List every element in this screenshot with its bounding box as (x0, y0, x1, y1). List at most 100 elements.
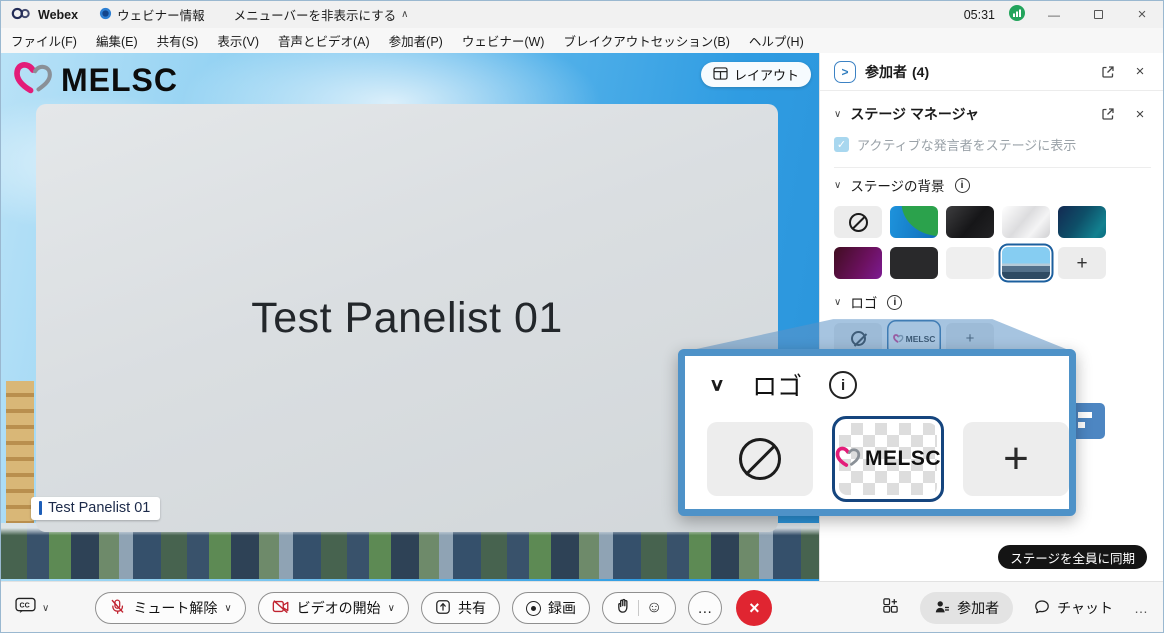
background-thumbnail-purple[interactable] (834, 247, 882, 279)
menu-edit[interactable]: 編集(E) (96, 31, 138, 50)
panel-more-options-button[interactable]: … (1134, 600, 1149, 616)
captions-button[interactable]: CC ∨ (15, 597, 49, 619)
chat-toggle-button[interactable]: チャット (1034, 598, 1113, 618)
background-thumbnail-light[interactable] (946, 247, 994, 279)
magnified-logo-header: ∨ ロゴ i (709, 367, 1069, 403)
city-building-decoration (6, 381, 34, 531)
chat-bubble-icon (1034, 599, 1050, 618)
menu-webinar[interactable]: ウェビナー(W) (462, 31, 545, 50)
stage-manager-header: ∨ ステージ マネージャ × (820, 99, 1164, 129)
chevron-down-icon[interactable]: ∨ (834, 109, 841, 120)
add-background-button[interactable]: + (1058, 247, 1106, 279)
svg-text:CC: CC (19, 601, 29, 609)
webex-window: Webex ウェビナー情報 メニューバーを非表示にする ∧ 05:31 — × … (0, 0, 1164, 633)
popout-stage-manager-icon[interactable] (1097, 103, 1119, 125)
background-thumbnail-teal[interactable] (1058, 206, 1106, 238)
background-thumbnail-city-selected[interactable] (1002, 247, 1050, 279)
menubar: ファイル(F) 編集(E) 共有(S) 表示(V) 音声とビデオ(A) 参加者(… (1, 28, 1163, 53)
panelist-video-tile[interactable]: Test Panelist 01 (36, 104, 778, 532)
unmute-button[interactable]: ミュート解除 ∨ (95, 592, 245, 624)
logo-section-title: ロゴ (850, 292, 877, 312)
logo-section-magnifier: ∨ ロゴ i MELSC + (678, 349, 1076, 516)
record-icon (526, 601, 541, 616)
menu-share[interactable]: 共有(S) (157, 31, 199, 50)
panelist-display-name: Test Panelist 01 (251, 294, 563, 343)
share-screen-icon (435, 599, 451, 618)
speaker-indicator-bar (39, 501, 42, 515)
app-title: Webex (38, 8, 78, 22)
checkbox-checked-icon[interactable]: ✓ (834, 137, 849, 152)
leave-meeting-button[interactable]: × (736, 590, 772, 626)
magnified-logo-thumbnails: MELSC + (707, 416, 1069, 502)
reactions-smiley-icon[interactable]: ☺ (646, 600, 662, 616)
menu-help[interactable]: ヘルプ(H) (749, 31, 804, 50)
record-button[interactable]: 録画 (512, 592, 590, 624)
menu-view[interactable]: 表示(V) (217, 31, 259, 50)
share-button[interactable]: 共有 (421, 592, 500, 624)
webex-logo-icon (11, 7, 31, 23)
webinar-info-button[interactable]: ウェビナー情報 (99, 5, 205, 24)
no-background-icon (849, 213, 868, 232)
chevron-down-icon[interactable]: ∨ (388, 603, 395, 614)
panelist-name-badge: Test Panelist 01 (31, 497, 160, 520)
mic-muted-icon (109, 598, 126, 618)
background-thumbnail-none[interactable] (834, 206, 882, 238)
magnified-add-logo-button[interactable]: + (963, 422, 1069, 496)
melsc-heart-icon (13, 61, 55, 100)
background-thumbnail-silver[interactable] (1002, 206, 1050, 238)
info-icon[interactable]: i (955, 178, 970, 193)
reactions-button[interactable]: ☺ (602, 592, 676, 624)
melsc-heart-icon (835, 446, 862, 473)
popout-panel-icon[interactable] (1097, 61, 1119, 83)
participants-toggle-button[interactable]: 参加者 (920, 592, 1013, 624)
maximize-button[interactable] (1083, 1, 1113, 28)
chevron-down-icon[interactable]: ∨ (834, 180, 841, 191)
chevron-down-icon[interactable]: ∨ (224, 603, 231, 614)
start-video-button[interactable]: ビデオの開始 ∨ (258, 592, 409, 624)
chevron-down-icon[interactable]: ∨ (42, 603, 49, 614)
layout-button[interactable]: レイアウト (701, 62, 811, 87)
raise-hand-icon[interactable] (616, 598, 631, 618)
menu-breakout[interactable]: ブレイクアウトセッション(B) (563, 31, 729, 50)
apps-icon[interactable] (882, 597, 899, 619)
menu-participants[interactable]: 参加者(P) (389, 31, 443, 50)
info-icon[interactable]: i (829, 371, 857, 399)
minimize-button[interactable]: — (1039, 1, 1069, 28)
plus-icon: + (1076, 254, 1087, 273)
more-options-button[interactable]: … (688, 591, 722, 625)
magnified-logo-thumbnail-none[interactable] (707, 422, 813, 496)
chevron-down-icon[interactable]: ∨ (834, 297, 841, 308)
shield-icon (99, 7, 112, 23)
menu-file[interactable]: ファイル(F) (11, 31, 77, 50)
close-panel-icon[interactable]: × (1129, 61, 1151, 83)
divider (638, 600, 639, 616)
active-speaker-option: ✓ アクティブな発言者をステージに表示 (820, 129, 1164, 157)
hide-menubar-button[interactable]: メニューバーを非表示にする ∧ (234, 5, 409, 24)
info-icon[interactable]: i (887, 295, 902, 310)
magnified-logo-thumbnail-melsc-selected[interactable]: MELSC (832, 416, 944, 502)
participants-icon (934, 599, 950, 618)
divider (834, 167, 1151, 168)
close-stage-manager-icon[interactable]: × (1129, 103, 1151, 125)
maximize-icon (1094, 10, 1103, 19)
logo-section-header: ∨ ロゴ i (820, 287, 1164, 317)
stage-logo: MELSC (13, 61, 178, 100)
stage-brand-text: MELSC (61, 62, 178, 99)
background-thumbnail-blue-green[interactable] (890, 206, 938, 238)
chevron-down-icon[interactable]: ∨ (709, 375, 725, 396)
menu-audio-video[interactable]: 音声とビデオ(A) (278, 31, 370, 50)
stage-background-thumbnails: + (820, 200, 1164, 279)
background-thumbnail-charcoal[interactable] (890, 247, 938, 279)
sync-stage-button[interactable]: ステージを全員に同期 (998, 545, 1147, 569)
close-window-button[interactable]: × (1127, 1, 1157, 28)
background-thumbnail-dark[interactable] (946, 206, 994, 238)
stage-manager-title: ステージ マネージャ (850, 104, 979, 124)
no-logo-icon (739, 438, 781, 480)
layout-grid-icon (713, 67, 728, 83)
participants-panel-title: 参加者 (865, 62, 907, 82)
collapse-panel-button[interactable]: > (834, 61, 856, 83)
camera-off-icon (272, 599, 290, 617)
connection-quality-icon[interactable] (1009, 5, 1025, 24)
stage-background-header: ∨ ステージの背景 i (820, 170, 1164, 200)
control-toolbar: CC ∨ ミュート解除 ∨ ビデオの開始 ∨ 共有 録画 (1, 581, 1163, 633)
